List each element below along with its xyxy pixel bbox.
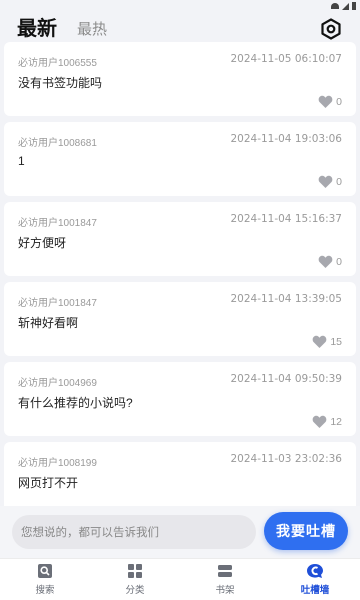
heart-icon <box>312 335 327 348</box>
post-time: 2024-11-04 13:39:05 <box>230 293 342 305</box>
search-icon <box>38 564 52 578</box>
post-card[interactable]: 必访用户1008199 2024-11-03 23:02:36 网页打不开 0 <box>4 442 356 506</box>
submit-label: 我要吐槽 <box>276 523 336 539</box>
heart-icon <box>312 415 327 428</box>
tab-search-label: 搜索 <box>35 585 55 596</box>
post-card[interactable]: 必访用户1006555 2024-11-05 06:10:07 没有书签功能吗 … <box>4 42 356 116</box>
heart-icon <box>318 95 333 108</box>
tab-category-label: 分类 <box>125 585 145 596</box>
feed-list[interactable]: 必访用户1006555 2024-11-05 06:10:07 没有书签功能吗 … <box>0 42 360 506</box>
header: 最新 最热 <box>0 12 360 42</box>
post-time: 2024-11-03 23:02:36 <box>230 453 342 465</box>
composer-bar: 您想说的，都可以告诉我们 我要吐槽 <box>0 506 360 558</box>
tab-bookshelf-label: 书架 <box>215 585 235 596</box>
comment-placeholder: 您想说的，都可以告诉我们 <box>21 527 159 539</box>
post-user: 必访用户1001847 <box>18 218 97 229</box>
post-user: 必访用户1001847 <box>18 298 97 309</box>
heart-icon <box>318 255 333 268</box>
post-card[interactable]: 必访用户1008681 2024-11-04 19:03:06 1 0 <box>4 122 356 196</box>
tab-bookshelf[interactable]: 书架 <box>180 559 270 600</box>
post-time: 2024-11-04 09:50:39 <box>230 373 342 385</box>
post-time: 2024-11-05 06:10:07 <box>230 53 342 65</box>
like-button[interactable]: 0 <box>318 255 342 268</box>
post-content: 有什么推荐的小说吗? <box>18 396 133 410</box>
status-bar <box>0 0 360 12</box>
like-button[interactable]: 12 <box>312 415 342 428</box>
post-content: 网页打不开 <box>18 476 79 490</box>
like-count: 12 <box>330 415 342 428</box>
post-user: 必访用户1004969 <box>18 378 97 389</box>
tab-category[interactable]: 分类 <box>90 559 180 600</box>
like-count: 15 <box>330 335 342 348</box>
settings-button[interactable] <box>320 18 342 40</box>
post-user: 必访用户1008199 <box>18 458 97 469</box>
bookshelf-icon <box>218 565 232 577</box>
tab-hot[interactable]: 最热 <box>77 18 107 42</box>
chat-bubble-icon <box>307 564 323 578</box>
post-content: 好方便呀 <box>18 236 67 250</box>
post-card[interactable]: 必访用户1004969 2024-11-04 09:50:39 有什么推荐的小说… <box>4 362 356 436</box>
grid-icon <box>128 564 142 578</box>
post-card[interactable]: 必访用户1001847 2024-11-04 13:39:05 斩神好看啊 15 <box>4 282 356 356</box>
hexagon-gear-icon <box>321 18 341 40</box>
post-card[interactable]: 必访用户1001847 2024-11-04 15:16:37 好方便呀 0 <box>4 202 356 276</box>
like-count: 0 <box>336 175 342 188</box>
tab-feedback[interactable]: 吐槽墙 <box>270 559 360 600</box>
post-user: 必访用户1008681 <box>18 138 97 149</box>
tab-search[interactable]: 搜索 <box>0 559 90 600</box>
post-user: 必访用户1006555 <box>18 58 97 69</box>
submit-feedback-button[interactable]: 我要吐槽 <box>264 512 348 550</box>
post-content: 1 <box>18 154 25 168</box>
like-button[interactable]: 15 <box>312 335 342 348</box>
comment-input[interactable]: 您想说的，都可以告诉我们 <box>12 515 256 549</box>
post-time: 2024-11-04 19:03:06 <box>230 133 342 145</box>
post-content: 斩神好看啊 <box>18 316 79 330</box>
like-button[interactable]: 0 <box>318 175 342 188</box>
signal-icon <box>342 2 349 10</box>
tab-latest[interactable]: 最新 <box>17 16 57 42</box>
tab-feedback-label: 吐槽墙 <box>300 585 330 596</box>
wifi-icon <box>331 3 339 9</box>
like-button[interactable]: 0 <box>318 95 342 108</box>
post-time: 2024-11-04 15:16:37 <box>230 213 342 225</box>
heart-icon <box>318 175 333 188</box>
like-count: 0 <box>336 255 342 268</box>
battery-icon <box>352 2 356 10</box>
post-content: 没有书签功能吗 <box>18 76 103 90</box>
like-count: 0 <box>336 95 342 108</box>
bottom-tab-bar: 搜索 分类 书架 吐槽墙 <box>0 558 360 600</box>
